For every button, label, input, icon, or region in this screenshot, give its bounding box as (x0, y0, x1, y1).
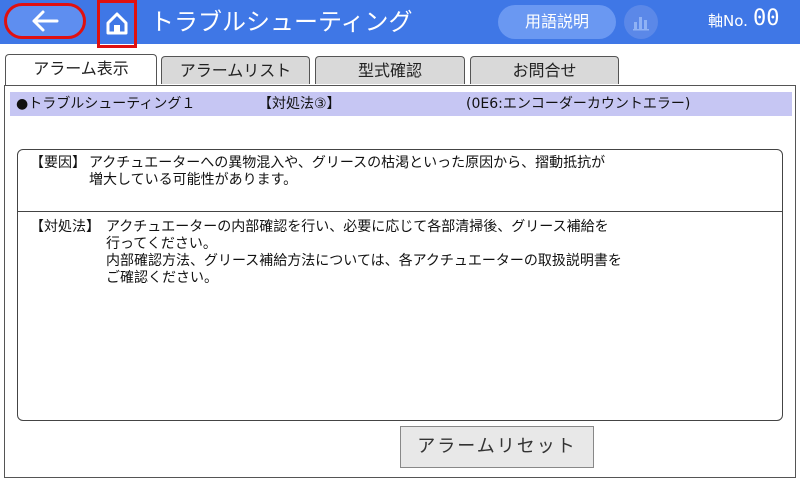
tab-bar: アラーム表示 アラームリスト 型式確認 お問合せ (0, 52, 800, 86)
tab-alarm-display[interactable]: アラーム表示 (5, 54, 157, 86)
axis-number-value: 00 (753, 6, 780, 31)
tab-contact[interactable]: お問合せ (470, 56, 619, 84)
tab-alarm-list[interactable]: アラームリスト (161, 56, 310, 84)
troubleshoot-title: ●トラブルシューティング１ (16, 96, 196, 112)
axis-number-label: 軸No. (708, 12, 748, 30)
action-line-2: 行ってください。 (106, 236, 217, 252)
glossary-button[interactable]: 用語説明 (498, 5, 616, 39)
tab-model-check[interactable]: 型式確認 (315, 56, 465, 84)
header-bar: トラブルシューティング 用語説明 軸No. 00 (0, 0, 800, 48)
arrow-left-icon (32, 10, 59, 32)
bar-chart-icon (633, 17, 649, 31)
home-button[interactable] (97, 0, 137, 48)
page-title: トラブルシューティング (150, 8, 413, 36)
method-label: 【対処法③】 (258, 96, 341, 112)
alarm-reset-button[interactable]: アラームリセット (400, 426, 594, 468)
back-button[interactable] (4, 3, 86, 39)
action-line-4: ご確認ください。 (106, 270, 218, 286)
action-line-1: アクチュエーターの内部確認を行い、必要に応じて各部清掃後、グリース補給を (106, 219, 609, 235)
cause-line-2: 増大している可能性があります。 (89, 172, 298, 188)
troubleshoot-header-strip: ●トラブルシューティング１ 【対処法③】 (0E6:エンコーダーカウントエラー) (10, 92, 792, 116)
action-line-3: 内部確認方法、グリース補給方法については、各アクチュエーターの取扱説明書を (106, 253, 622, 269)
chart-button[interactable] (624, 5, 658, 39)
cause-line-1: アクチュエーターへの異物混入や、グリースの枯渇といった原因から、摺動抵抗が (89, 155, 606, 171)
action-label: 【対処法】 (30, 219, 100, 235)
section-divider (17, 211, 783, 212)
cause-label: 【要因】 (30, 155, 86, 171)
error-code: (0E6:エンコーダーカウントエラー) (466, 96, 691, 112)
home-icon (106, 12, 128, 35)
